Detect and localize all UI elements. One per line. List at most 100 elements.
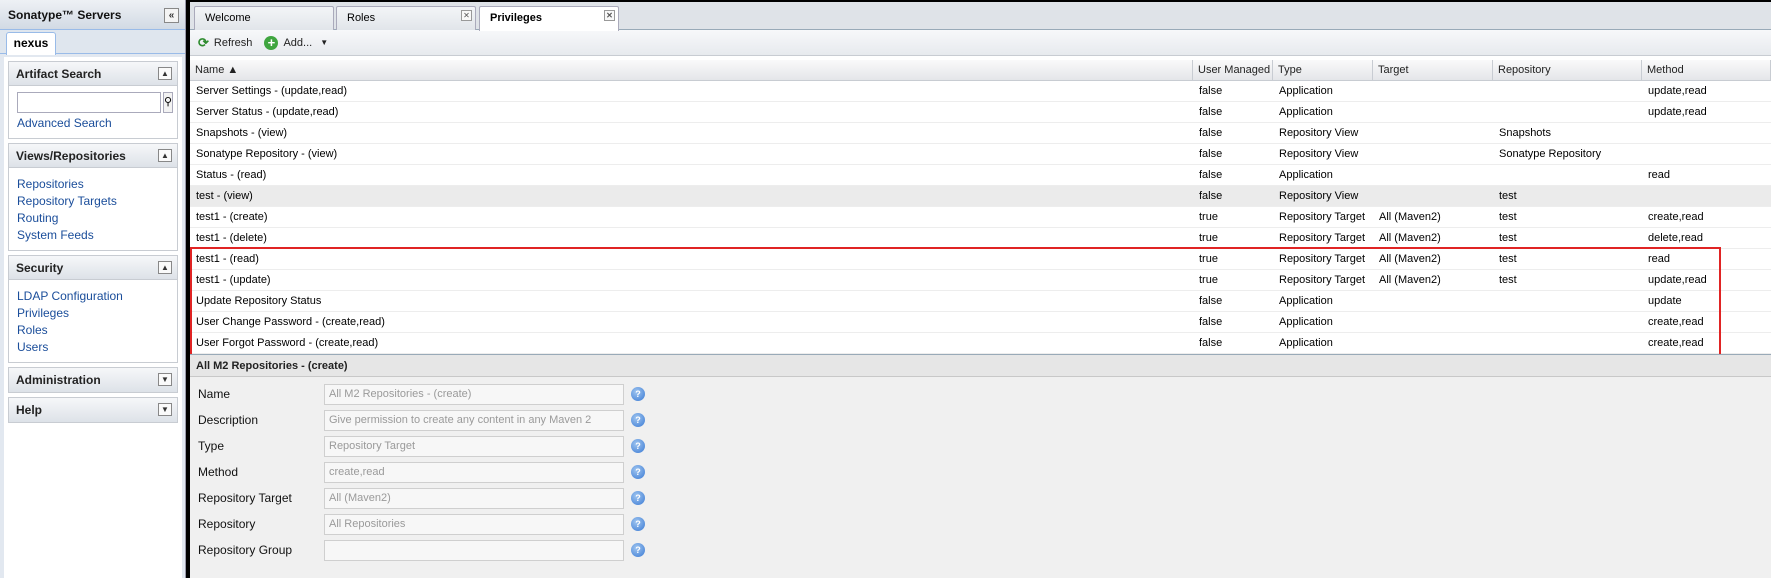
help-icon[interactable]: ? <box>631 517 645 531</box>
views-repositories-header[interactable]: Views/Repositories ▲ <box>9 144 177 168</box>
cell-user-managed: false <box>1199 85 1223 97</box>
add-button[interactable]: + Add... ▼ <box>264 35 328 50</box>
security-header[interactable]: Security ▲ <box>9 256 177 280</box>
cell-method: update,read <box>1648 85 1707 97</box>
add-icon: + <box>264 35 279 50</box>
column-header-target[interactable]: Target <box>1373 60 1493 80</box>
cell-type: Application <box>1279 106 1333 118</box>
expand-icon[interactable]: ▼ <box>158 403 172 416</box>
artifact-search-input[interactable] <box>17 92 161 113</box>
description-label: Description <box>198 413 259 427</box>
table-row[interactable]: User Change Password - (create,read) fals… <box>190 312 1771 333</box>
cell-repository: Sonatype Repository <box>1499 148 1602 160</box>
nav-link-ldap-configuration[interactable]: LDAP Configuration <box>17 288 169 305</box>
collapse-icon[interactable]: ▲ <box>158 149 172 162</box>
nav-link-roles[interactable]: Roles <box>17 322 169 339</box>
servers-panel-header: Sonatype™ Servers « <box>0 0 185 30</box>
cell-target <box>1373 123 1493 143</box>
method-field[interactable]: create,read <box>324 461 624 483</box>
artifact-search-header[interactable]: Artifact Search ▲ <box>9 62 177 86</box>
table-row[interactable]: Update Repository Status false Application… <box>190 291 1771 312</box>
administration-header[interactable]: Administration ▼ <box>9 368 177 392</box>
table-row[interactable]: Server Settings - (update,read) false Appl… <box>190 81 1771 102</box>
cell-type: Repository Target <box>1279 253 1366 265</box>
security-section: Security ▲ LDAP Configuration Privileges… <box>8 255 178 363</box>
tab-roles[interactable]: Roles ✕ <box>336 6 476 30</box>
cell-target <box>1373 81 1493 101</box>
name-label: Name <box>198 387 231 401</box>
advanced-search-link[interactable]: Advanced Search <box>17 115 169 132</box>
nav-link-repository-targets[interactable]: Repository Targets <box>17 193 169 210</box>
type-field[interactable]: Repository Target <box>324 435 624 457</box>
cell-user-managed: true <box>1199 232 1218 244</box>
table-row[interactable]: Status - (read) false Application read <box>190 165 1771 186</box>
cell-method: update <box>1648 295 1682 307</box>
repository-group-field[interactable] <box>324 539 624 561</box>
type-label: Type <box>198 439 225 453</box>
help-icon[interactable]: ? <box>631 491 645 505</box>
help-header[interactable]: Help ▼ <box>9 398 177 422</box>
column-header-repository[interactable]: Repository <box>1493 60 1642 80</box>
name-field[interactable]: All M2 Repositories - (create) <box>324 383 624 405</box>
close-icon[interactable]: ✕ <box>604 10 615 21</box>
expand-icon[interactable]: ▼ <box>158 373 172 386</box>
cell-user-managed: false <box>1199 127 1223 139</box>
nav-link-privileges[interactable]: Privileges <box>17 305 169 322</box>
form-row: Repository Group? <box>190 537 1771 563</box>
column-header-method[interactable]: Method <box>1642 60 1771 80</box>
repository-field[interactable]: All Repositories <box>324 513 624 535</box>
nav-link-system-feeds[interactable]: System Feeds <box>17 227 169 244</box>
cell-name: Status - (read) <box>196 169 267 181</box>
collapse-panel-icon[interactable]: « <box>164 8 179 23</box>
nav-link-routing[interactable]: Routing <box>17 210 169 227</box>
collapse-icon[interactable]: ▲ <box>158 67 172 80</box>
column-header-name[interactable]: Name ▲ <box>190 60 1193 80</box>
refresh-button[interactable]: ⟳ Refresh <box>198 35 252 51</box>
table-row[interactable]: test1 - (create) true Repository Target All… <box>190 207 1771 228</box>
help-icon[interactable]: ? <box>631 543 645 557</box>
column-header-type[interactable]: Type <box>1273 60 1373 80</box>
form-row: Description Give permission to create any… <box>190 407 1771 433</box>
tab-privileges[interactable]: Privileges ✕ <box>479 6 619 31</box>
search-icon[interactable]: ⚲ <box>163 92 174 113</box>
help-icon[interactable]: ? <box>631 439 645 453</box>
cell-target <box>1373 186 1493 206</box>
cell-user-managed: false <box>1199 106 1223 118</box>
cell-method: read <box>1648 253 1671 265</box>
tab-welcome[interactable]: Welcome <box>194 6 334 30</box>
repository-target-field[interactable]: All (Maven2) <box>324 487 624 509</box>
server-tabbar: nexus <box>0 30 185 55</box>
help-icon[interactable]: ? <box>631 413 645 427</box>
table-row[interactable]: Sonatype Repository - (view) false Reposit… <box>190 144 1771 165</box>
close-icon[interactable]: ✕ <box>461 10 472 21</box>
table-row[interactable]: User Forgot Password - (create,read) fals… <box>190 333 1771 354</box>
detail-form: Name All M2 Repositories - (create)? Descr… <box>190 377 1771 563</box>
cell-repository <box>1493 333 1642 353</box>
collapse-icon[interactable]: ▲ <box>158 261 172 274</box>
nav-link-users[interactable]: Users <box>17 339 169 356</box>
table-row[interactable]: Snapshots - (view) false Repository View Sn… <box>190 123 1771 144</box>
cell-type: Repository View <box>1279 190 1359 202</box>
column-header-user-managed[interactable]: User Managed <box>1193 60 1273 80</box>
repository-group-label: Repository Group <box>198 543 293 557</box>
cell-target <box>1373 333 1493 353</box>
tab-label: Roles <box>347 12 376 24</box>
table-row[interactable]: test1 - (delete) true Repository Target All… <box>190 228 1771 249</box>
administration-title: Administration <box>16 373 101 387</box>
detail-title: All M2 Repositories - (create) <box>190 355 1771 377</box>
help-icon[interactable]: ? <box>631 387 645 401</box>
privileges-grid: Name ▲ User Managed Type Target Reposito… <box>190 60 1771 355</box>
refresh-label: Refresh <box>213 36 253 49</box>
cell-user-managed: true <box>1199 253 1218 265</box>
table-row[interactable]: test1 - (read) true Repository Target All (… <box>190 249 1771 270</box>
nav-link-repositories[interactable]: Repositories <box>17 176 169 193</box>
tab-nexus[interactable]: nexus <box>6 32 56 55</box>
cell-repository: test <box>1499 211 1517 223</box>
cell-type: Application <box>1279 169 1333 181</box>
chevron-down-icon[interactable]: ▼ <box>320 38 328 47</box>
table-row[interactable]: test - (view) false Repository View test <box>190 186 1771 207</box>
help-icon[interactable]: ? <box>631 465 645 479</box>
table-row[interactable]: test1 - (update) true Repository Target All… <box>190 270 1771 291</box>
description-field[interactable]: Give permission to create any content in… <box>324 409 624 431</box>
table-row[interactable]: Server Status - (update,read) false Applic… <box>190 102 1771 123</box>
